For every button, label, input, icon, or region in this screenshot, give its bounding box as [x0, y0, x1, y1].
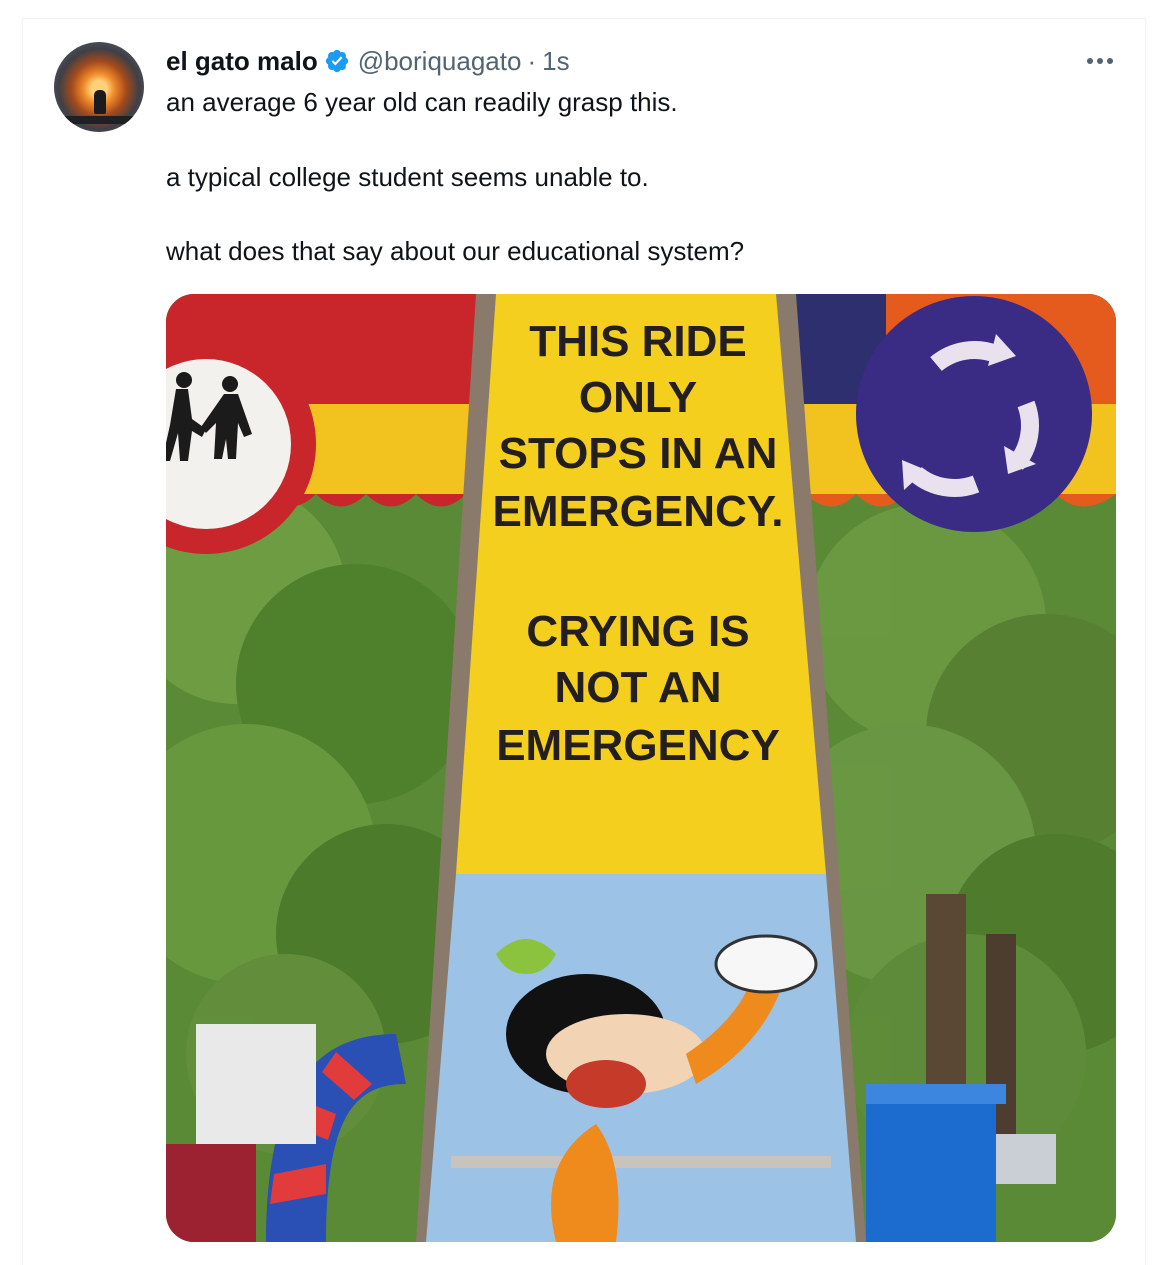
tweet-text-line-2: a typical college student seems unable t… — [166, 162, 649, 192]
more-options-icon[interactable] — [1078, 44, 1122, 78]
ride-sign-photo: THIS RIDE ONLY STOPS IN AN EMERGENCY. CR… — [166, 294, 1116, 1242]
verified-badge-icon — [325, 49, 348, 73]
sign-line-5: CRYING IS — [526, 607, 749, 656]
sign-line-4: EMERGENCY. — [493, 487, 784, 536]
avatar[interactable] — [54, 42, 144, 132]
tweet-text-line-3: what does that say about our educational… — [166, 236, 745, 266]
author-name[interactable]: el gato malo — [166, 46, 318, 77]
sign-line-2: ONLY — [579, 373, 697, 422]
separator-dot: · — [527, 45, 537, 76]
roundabout-sign — [856, 296, 1092, 532]
sign-line-1: THIS RIDE — [529, 317, 747, 366]
author-handle[interactable]: @boriquagato — [358, 46, 522, 77]
truck-body — [196, 1024, 316, 1144]
sign-line-3: STOPS IN AN — [499, 429, 778, 478]
ride-bar — [451, 1156, 831, 1168]
cat-silhouette — [94, 90, 106, 114]
tweet-header: el gato malo @boriquagato · 1s — [166, 42, 570, 80]
sign-line-7: EMERGENCY — [496, 721, 780, 770]
sign-line-6: NOT AN — [554, 663, 721, 712]
tweet-text-line-1: an average 6 year old can readily grasp … — [166, 87, 678, 117]
blue-container — [866, 1094, 996, 1242]
tweet-media-photo[interactable]: THIS RIDE ONLY STOPS IN AN EMERGENCY. CR… — [166, 294, 1116, 1242]
tweet-timestamp[interactable]: 1s — [542, 46, 569, 77]
avatar-caption-strip — [54, 116, 144, 124]
